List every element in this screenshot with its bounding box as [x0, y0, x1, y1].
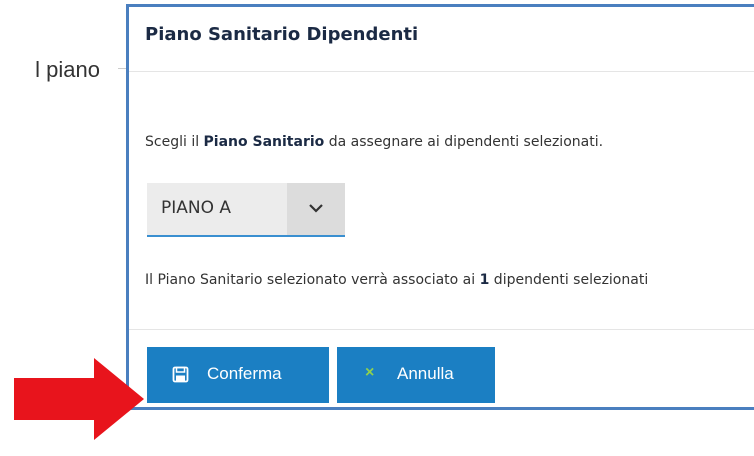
info-prefix: Il Piano Sanitario selezionato verrà ass…: [145, 272, 480, 288]
instruction-suffix: da assegnare ai dipendenti selezionati.: [324, 134, 604, 150]
confirm-label: Conferma: [207, 364, 282, 383]
dialog-header: Piano Sanitario Dipendenti: [129, 7, 754, 72]
health-plan-dialog: Piano Sanitario Dipendenti Scegli il Pia…: [126, 4, 754, 410]
cancel-label: Annulla: [397, 364, 454, 383]
chevron-down-icon: [309, 204, 323, 213]
instruction-text: Scegli il Piano Sanitario da assegnare a…: [145, 134, 603, 150]
cancel-button[interactable]: × Annulla: [337, 347, 495, 403]
select-value: PIANO A: [161, 198, 232, 218]
background-text: l piano: [35, 57, 100, 82]
info-suffix: dipendenti selezionati: [489, 272, 649, 288]
arrow-right-icon: [14, 358, 144, 440]
screen: l piano Piano Sanitario Dipendenti Scegl…: [0, 0, 754, 456]
instruction-prefix: Scegli il: [145, 134, 204, 150]
footer-divider: [129, 329, 754, 330]
health-plan-select[interactable]: PIANO A: [147, 183, 345, 237]
confirm-button[interactable]: Conferma: [147, 347, 329, 403]
close-icon: ×: [365, 364, 375, 381]
selected-count: 1: [479, 272, 490, 288]
instruction-highlight: Piano Sanitario: [203, 134, 325, 150]
save-icon: [172, 366, 189, 383]
select-dropdown-button[interactable]: [287, 183, 345, 235]
info-text: Il Piano Sanitario selezionato verrà ass…: [145, 272, 648, 288]
dialog-title: Piano Sanitario Dipendenti: [145, 24, 419, 45]
